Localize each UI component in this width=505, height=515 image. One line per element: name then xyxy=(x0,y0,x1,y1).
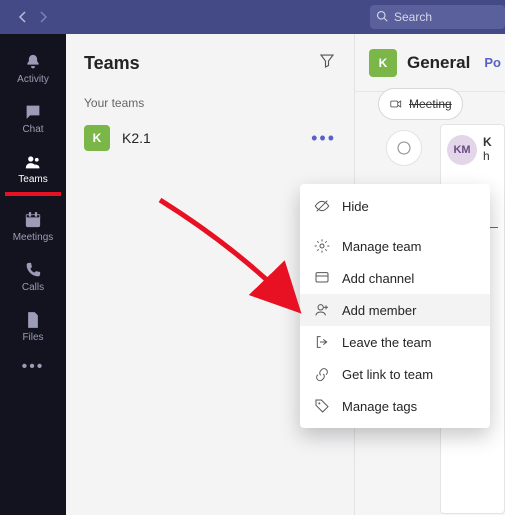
meet-button[interactable]: Meeting xyxy=(378,88,463,120)
team-name-label: K2.1 xyxy=(122,130,311,146)
file-icon xyxy=(24,311,42,329)
rail-calls-label: Calls xyxy=(22,282,44,293)
nav-back-button[interactable] xyxy=(16,10,30,24)
leave-icon xyxy=(314,334,330,350)
rail-meetings[interactable]: Meetings xyxy=(0,202,66,252)
bell-icon xyxy=(24,53,42,71)
menu-label: Get link to team xyxy=(342,367,433,382)
menu-manage-tags[interactable]: Manage tags xyxy=(300,390,490,422)
rail-more-button[interactable]: ••• xyxy=(22,358,45,376)
rail-activity[interactable]: Activity xyxy=(0,44,66,94)
teams-panel-title: Teams xyxy=(84,53,318,74)
meet-label: Meeting xyxy=(409,97,452,111)
your-teams-label: Your teams xyxy=(84,96,354,110)
team-more-button[interactable]: ••• xyxy=(311,128,336,149)
title-bar: Search xyxy=(0,0,505,34)
menu-leave-team[interactable]: Leave the team xyxy=(300,326,490,358)
team-row[interactable]: K K2.1 ••• xyxy=(66,118,354,158)
info-button[interactable] xyxy=(386,130,422,166)
rail-calls[interactable]: Calls xyxy=(0,252,66,302)
app-rail: Activity Chat Teams Meetings Calls Files… xyxy=(0,34,66,515)
link-icon xyxy=(314,366,330,382)
menu-label: Leave the team xyxy=(342,335,432,350)
menu-manage-team[interactable]: Manage team xyxy=(300,230,490,262)
filter-button[interactable] xyxy=(318,52,336,75)
annotation-underline xyxy=(5,192,61,196)
phone-icon xyxy=(24,261,42,279)
menu-label: Manage team xyxy=(342,239,422,254)
menu-hide[interactable]: Hide xyxy=(300,190,490,222)
menu-label: Manage tags xyxy=(342,399,417,414)
team-context-menu: Hide Manage team Add channel Add member … xyxy=(300,184,490,428)
search-input[interactable]: Search xyxy=(370,5,505,29)
menu-label: Hide xyxy=(342,199,369,214)
menu-get-link[interactable]: Get link to team xyxy=(300,358,490,390)
menu-label: Add channel xyxy=(342,271,414,286)
feed-author: K xyxy=(483,135,492,149)
channel-tab-posts[interactable]: Po xyxy=(484,55,501,70)
rail-meetings-label: Meetings xyxy=(13,232,54,243)
rail-chat-label: Chat xyxy=(22,124,43,135)
hide-icon xyxy=(314,198,330,214)
search-placeholder: Search xyxy=(394,10,432,24)
teams-icon xyxy=(24,153,42,171)
menu-add-channel[interactable]: Add channel xyxy=(300,262,490,294)
info-icon xyxy=(396,140,412,156)
gear-icon xyxy=(314,238,330,254)
menu-add-member[interactable]: Add member xyxy=(300,294,490,326)
feed-text: h xyxy=(483,149,492,163)
filter-icon xyxy=(318,52,336,70)
tag-icon xyxy=(314,398,330,414)
rail-chat[interactable]: Chat xyxy=(0,94,66,144)
chat-icon xyxy=(24,103,42,121)
user-avatar: KM xyxy=(447,135,477,165)
search-icon xyxy=(376,10,388,25)
channel-avatar: K xyxy=(369,49,397,77)
rail-teams-label: Teams xyxy=(18,174,47,185)
video-icon xyxy=(389,97,403,111)
channel-title: General xyxy=(407,53,470,73)
channel-icon xyxy=(314,270,330,286)
menu-label: Add member xyxy=(342,303,416,318)
nav-forward-button[interactable] xyxy=(36,10,50,24)
add-member-icon xyxy=(314,302,330,318)
team-avatar: K xyxy=(84,125,110,151)
rail-files-label: Files xyxy=(22,332,43,343)
rail-teams[interactable]: Teams xyxy=(0,144,66,194)
rail-files[interactable]: Files xyxy=(0,302,66,352)
rail-activity-label: Activity xyxy=(17,74,49,85)
calendar-icon xyxy=(24,211,42,229)
